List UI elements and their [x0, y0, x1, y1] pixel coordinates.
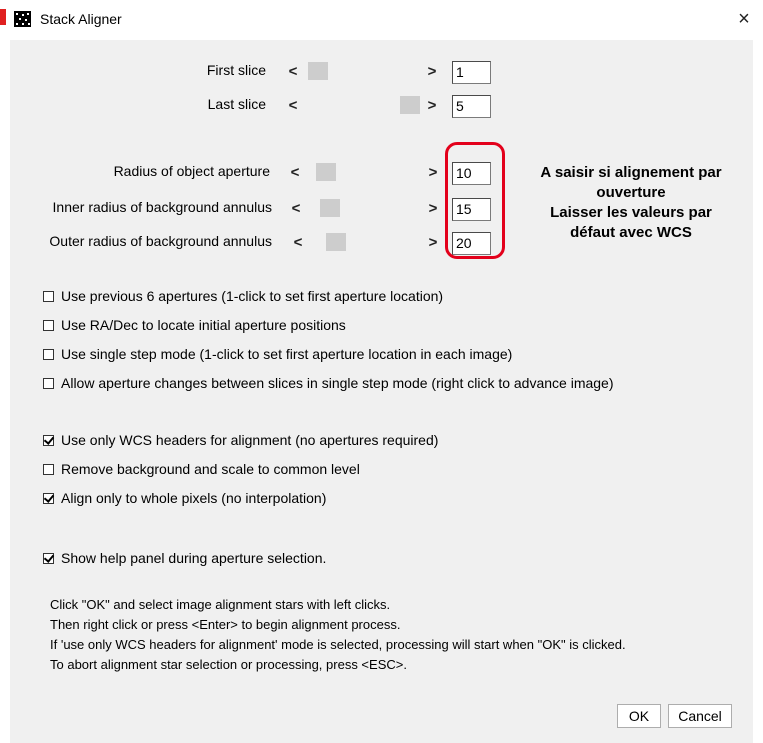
option-label: Remove background and scale to common le…	[61, 461, 360, 477]
option-allow-aperture-changes[interactable]: Allow aperture changes between slices in…	[43, 375, 614, 391]
inner-prev-arrow[interactable]: <	[291, 201, 301, 217]
option-remove-background[interactable]: Remove background and scale to common le…	[43, 461, 360, 477]
radius-aperture-label: Radius of object aperture	[113, 163, 270, 179]
option-label: Use previous 6 apertures (1-click to set…	[61, 288, 444, 304]
radius-aperture-slider[interactable]	[310, 163, 425, 181]
annotation-line-3: Laisser les valeurs par	[550, 204, 712, 221]
checkbox-icon[interactable]	[43, 349, 54, 360]
help-line-3: If 'use only WCS headers for alignment' …	[50, 637, 626, 652]
annotation-highlight-box	[445, 142, 505, 259]
option-label: Align only to whole pixels (no interpola…	[61, 490, 327, 506]
last-slice-prev-arrow[interactable]: <	[288, 98, 298, 114]
option-single-step-mode[interactable]: Use single step mode (1-click to set fir…	[43, 346, 512, 362]
outer-radius-slider[interactable]	[314, 233, 425, 251]
annotation-text: A saisir si alignement par ouverture Lai…	[506, 163, 756, 243]
outer-radius-label: Outer radius of background annulus	[49, 233, 272, 249]
ok-button[interactable]: OK	[617, 704, 661, 728]
annotation-line-1: A saisir si alignement par	[540, 164, 722, 181]
first-slice-label: First slice	[206, 62, 266, 78]
checkbox-icon[interactable]	[43, 378, 54, 389]
first-slice-slider[interactable]	[306, 62, 424, 80]
last-slice-field[interactable]: 5	[452, 95, 491, 118]
outer-radius-slider-thumb[interactable]	[326, 233, 346, 251]
option-label: Use single step mode (1-click to set fir…	[61, 346, 513, 362]
checkbox-icon[interactable]	[43, 553, 54, 564]
first-slice-prev-arrow[interactable]: <	[288, 64, 298, 80]
checkbox-icon[interactable]	[43, 464, 54, 475]
radius-aperture-slider-thumb[interactable]	[316, 163, 336, 181]
window-title: Stack Aligner	[40, 11, 122, 27]
window-edge-glyph	[0, 9, 6, 25]
radius-prev-arrow[interactable]: <	[290, 165, 300, 181]
radius-next-arrow[interactable]: >	[428, 165, 438, 181]
option-use-wcs-only[interactable]: Use only WCS headers for alignment (no a…	[43, 432, 438, 448]
checkbox-icon[interactable]	[43, 435, 54, 446]
inner-radius-slider[interactable]	[312, 199, 425, 217]
annotation-line-4: défaut avec WCS	[570, 224, 692, 241]
inner-radius-label: Inner radius of background annulus	[52, 199, 272, 215]
outer-prev-arrow[interactable]: <	[293, 235, 303, 251]
last-slice-next-arrow[interactable]: >	[427, 98, 437, 114]
inner-radius-slider-thumb[interactable]	[320, 199, 340, 217]
dialog-body: First slice < > 1 Last slice < > 5 Radiu…	[10, 40, 753, 743]
help-line-2: Then right click or press <Enter> to beg…	[50, 617, 401, 632]
help-line-4: To abort alignment star selection or pro…	[50, 657, 407, 672]
last-slice-label: Last slice	[207, 96, 266, 112]
close-button[interactable]: ×	[730, 5, 758, 33]
first-slice-slider-thumb[interactable]	[308, 62, 328, 80]
first-slice-field[interactable]: 1	[452, 61, 491, 84]
inner-next-arrow[interactable]: >	[428, 201, 438, 217]
annotation-line-2: ouverture	[596, 184, 666, 201]
last-slice-slider[interactable]	[306, 96, 424, 114]
checkbox-icon[interactable]	[43, 320, 54, 331]
option-align-whole-pixels[interactable]: Align only to whole pixels (no interpola…	[43, 490, 326, 506]
option-label: Show help panel during aperture selectio…	[61, 550, 327, 566]
last-slice-slider-thumb[interactable]	[400, 96, 420, 114]
help-line-1: Click "OK" and select image alignment st…	[50, 597, 391, 612]
option-show-help-panel[interactable]: Show help panel during aperture selectio…	[43, 550, 326, 566]
option-use-previous-apertures[interactable]: Use previous 6 apertures (1-click to set…	[43, 288, 443, 304]
close-icon: ×	[738, 8, 750, 30]
first-slice-next-arrow[interactable]: >	[427, 64, 437, 80]
starfield-icon	[14, 11, 31, 27]
option-label: Use only WCS headers for alignment (no a…	[61, 432, 439, 448]
option-use-radec[interactable]: Use RA/Dec to locate initial aperture po…	[43, 317, 346, 333]
option-label: Use RA/Dec to locate initial aperture po…	[61, 317, 346, 333]
checkbox-icon[interactable]	[43, 493, 54, 504]
option-label: Allow aperture changes between slices in…	[61, 375, 614, 391]
cancel-button[interactable]: Cancel	[668, 704, 732, 728]
title-bar: Stack Aligner ×	[0, 0, 763, 40]
outer-next-arrow[interactable]: >	[428, 235, 438, 251]
checkbox-icon[interactable]	[43, 291, 54, 302]
